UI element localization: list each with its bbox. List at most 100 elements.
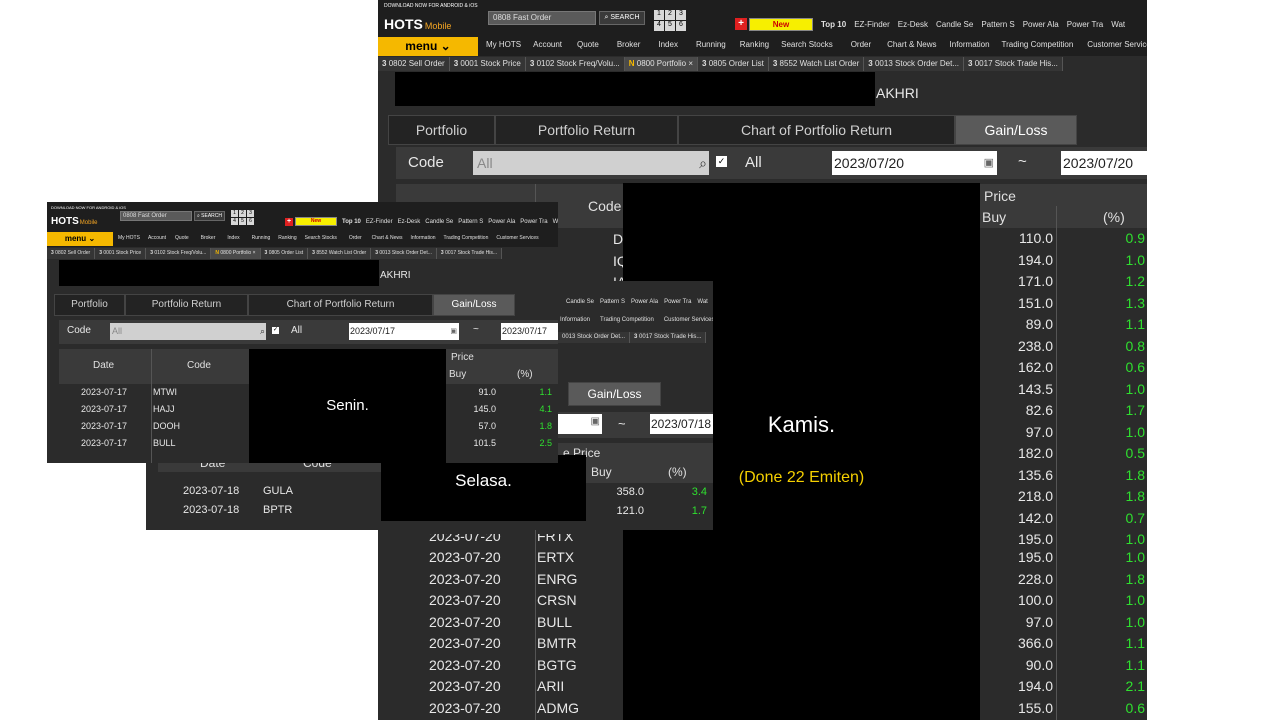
- row-code: BULL: [537, 613, 573, 630]
- nav-order[interactable]: Order: [851, 40, 871, 49]
- gain-pct: 1.0: [1125, 549, 1145, 565]
- gain-pct: 3.4: [691, 486, 707, 498]
- top10-link[interactable]: Top 10: [821, 20, 846, 29]
- menu-button[interactable]: menu ⌄: [378, 37, 478, 56]
- nav-broker[interactable]: Broker: [617, 40, 641, 49]
- new-button[interactable]: New: [749, 18, 813, 31]
- tab-sell-order[interactable]: 3 0802 Sell Order: [378, 57, 450, 71]
- search-button[interactable]: ⌕ SEARCH: [599, 11, 645, 25]
- buy-price: 238.0: [1017, 337, 1053, 354]
- top-bar: DOWNLOAD NOW FOR ANDROID & iOS HOTSMobil…: [47, 202, 558, 247]
- search-button[interactable]: ⌕ SEARCH: [194, 211, 225, 221]
- date-to-input[interactable]: 2023/07/17: [501, 323, 558, 340]
- candle-link[interactable]: Candle Se: [936, 20, 973, 29]
- window-layout-buttons[interactable]: 123 456: [231, 210, 255, 226]
- tab-portfolio[interactable]: N 0800 Portfolio ×: [624, 57, 699, 71]
- nav-search-stocks[interactable]: Search Stocks: [781, 40, 833, 49]
- date-from-input[interactable]: 2023/07/17 ▣: [349, 323, 459, 340]
- nav-chart-news[interactable]: Chart & News: [887, 40, 936, 49]
- nav-information[interactable]: Information: [950, 40, 990, 49]
- order-select[interactable]: 0808 Fast Order: [120, 211, 192, 221]
- nav-quote[interactable]: Quote: [577, 40, 599, 49]
- tab-stock-price[interactable]: 3 0001 Stock Price: [449, 57, 526, 71]
- nav-index[interactable]: Index: [658, 40, 678, 49]
- calendar-icon[interactable]: ▣: [450, 323, 457, 340]
- tab-stock-freq[interactable]: 3 0102 Stock Freq/Volu...: [525, 57, 625, 71]
- watch-link[interactable]: Wat: [1111, 20, 1125, 29]
- table-row[interactable]: 89.0 1.1: [978, 314, 1147, 335]
- tab-order-list[interactable]: 3 0805 Order List: [698, 57, 769, 71]
- gain-pct: 1.2: [1125, 273, 1145, 289]
- window-layout-buttons[interactable]: 123 456: [654, 10, 690, 32]
- pattern-link[interactable]: Pattern S: [981, 20, 1014, 29]
- date-from-input[interactable]: 2023/07/20 ▣: [832, 151, 997, 175]
- calendar-icon[interactable]: ▣: [984, 151, 994, 175]
- new-button[interactable]: New: [295, 217, 337, 226]
- table-row[interactable]: 182.0 0.5: [978, 443, 1147, 464]
- hots-logo: HOTSMobile: [384, 16, 452, 32]
- table-row[interactable]: 82.6 1.7: [978, 400, 1147, 421]
- table-row[interactable]: 171.0 1.2: [978, 271, 1147, 292]
- table-row[interactable]: 162.0 0.6: [978, 357, 1147, 378]
- buy-price: 145.0: [473, 404, 496, 414]
- nav-my-hots[interactable]: My HOTS: [486, 40, 521, 49]
- gain-pct: 1.8: [1125, 488, 1145, 504]
- buy-price: 143.5: [1017, 380, 1053, 397]
- tab-gain-loss[interactable]: Gain/Loss: [955, 115, 1077, 145]
- table-row[interactable]: 142.0 0.7: [978, 508, 1147, 529]
- all-checkbox[interactable]: ✓: [272, 327, 279, 334]
- code-input[interactable]: ▣: [558, 414, 602, 434]
- nav-trading-competition[interactable]: Trading Competition: [1002, 40, 1074, 49]
- nav-customer-services[interactable]: Customer Services: [1087, 40, 1147, 49]
- table-row[interactable]: 151.0 1.3: [978, 293, 1147, 314]
- buy-price: 135.6: [1017, 466, 1053, 483]
- code-input[interactable]: All ⌕: [473, 151, 709, 175]
- tab-stock-trade-history[interactable]: 3 0017 Stock Trade His...: [964, 57, 1063, 71]
- table-row[interactable]: 238.0 0.8: [978, 336, 1147, 357]
- gain-pct: 1.7: [1125, 402, 1145, 418]
- add-icon[interactable]: +: [285, 218, 293, 226]
- power-trade-link[interactable]: Power Tra: [1067, 20, 1103, 29]
- buy-price: 366.0: [1017, 635, 1053, 651]
- table-row[interactable]: 218.0 1.8: [978, 486, 1147, 507]
- tab-stock-order-detail[interactable]: 3 0013 Stock Order Det...: [864, 57, 965, 71]
- table-row[interactable]: 97.0 1.0: [978, 422, 1147, 443]
- chevron-down-icon: ⌄: [440, 39, 451, 53]
- power-alert-link[interactable]: Power Ala: [1023, 20, 1059, 29]
- tab-gain-loss[interactable]: Gain/Loss: [568, 382, 661, 406]
- row-date: 2023-07-20: [429, 678, 501, 694]
- tab-chart-portfolio-return[interactable]: Chart of Portfolio Return: [678, 115, 955, 145]
- table-row[interactable]: 143.5 1.0: [978, 379, 1147, 400]
- add-icon[interactable]: +: [735, 18, 747, 30]
- buy-price: 195.0: [1017, 549, 1053, 565]
- code-input[interactable]: All ⌕: [110, 323, 266, 340]
- gain-pct: 1.1: [1125, 316, 1145, 332]
- tab-portfolio-view[interactable]: Portfolio: [388, 115, 495, 145]
- date-to-input[interactable]: 2023/07/20: [1061, 151, 1147, 175]
- gain-pct: 1.8: [539, 421, 552, 431]
- date-to-input[interactable]: 2023/07/18: [650, 414, 713, 434]
- nav-running[interactable]: Running: [696, 40, 726, 49]
- row-code: BPTR: [263, 504, 293, 516]
- calendar-icon[interactable]: ▣: [591, 416, 600, 427]
- ezdesk-link[interactable]: Ez-Desk: [898, 20, 928, 29]
- nav-account[interactable]: Account: [533, 40, 562, 49]
- col-buy: Buy: [591, 465, 612, 479]
- top-bar: DOWNLOAD NOW FOR ANDROID & iOS HOTSMobil…: [378, 0, 1147, 56]
- all-checkbox[interactable]: ✓: [716, 156, 727, 167]
- search-icon[interactable]: ⌕: [260, 323, 265, 340]
- row-date: 2023-07-18: [183, 485, 240, 497]
- tab-portfolio-return[interactable]: Portfolio Return: [495, 115, 678, 145]
- all-label: All: [745, 154, 762, 171]
- nav-ranking[interactable]: Ranking: [740, 40, 769, 49]
- search-icon[interactable]: ⌕: [699, 151, 707, 175]
- chevron-down-icon: ⌄: [88, 234, 96, 243]
- table-row[interactable]: 110.0 0.9: [978, 228, 1147, 249]
- ezfinder-link[interactable]: EZ-Finder: [854, 20, 890, 29]
- table-row[interactable]: 194.0 1.0: [978, 250, 1147, 271]
- tab-watch-list-order[interactable]: 3 8552 Watch List Order: [768, 57, 865, 71]
- buy-price: 142.0: [1017, 509, 1053, 526]
- menu-button[interactable]: menu ⌄: [47, 232, 113, 246]
- order-select[interactable]: 0808 Fast Order: [488, 11, 596, 25]
- table-row[interactable]: 135.6 1.8: [978, 465, 1147, 486]
